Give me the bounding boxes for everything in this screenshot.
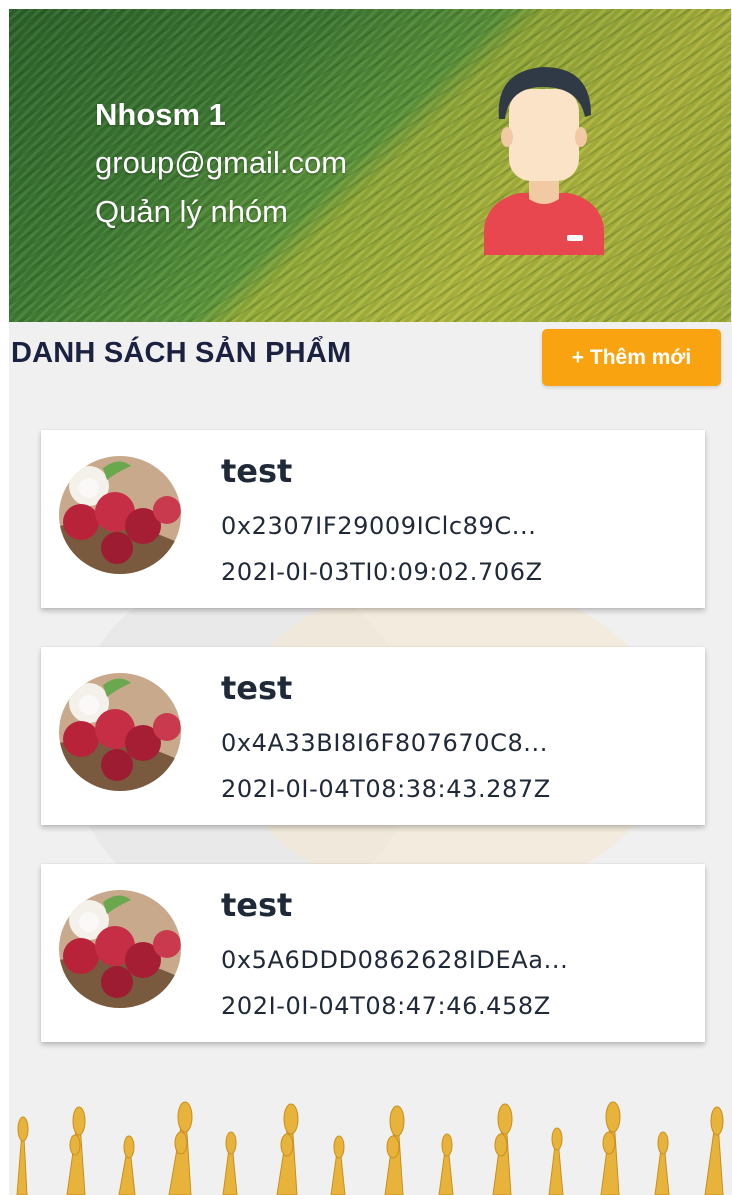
- add-new-button[interactable]: + Thêm mới: [542, 329, 721, 386]
- product-date: 202I-0I-04T08:38:43.287Z: [221, 775, 551, 803]
- product-id: 0x4A33BI8I6F807670C8...: [221, 729, 548, 757]
- top-border: [0, 0, 732, 9]
- product-id: 0x2307IF29009IClc89C...: [221, 512, 537, 540]
- product-date: 202I-0I-03TI0:09:02.706Z: [221, 558, 543, 586]
- product-card[interactable]: test 0x2307IF29009IClc89C... 202I-0I-03T…: [41, 430, 705, 608]
- product-image: [59, 673, 181, 791]
- user-avatar-icon: [484, 67, 604, 255]
- product-card[interactable]: test 0x4A33BI8I6F807670C8... 202I-0I-04T…: [41, 647, 705, 825]
- user-name: Nhosm 1: [95, 97, 226, 132]
- section-title: DANH SÁCH SẢN PHẨM: [11, 337, 352, 369]
- user-email: group@gmail.com: [95, 145, 348, 180]
- app-screen: Nhosm 1 group@gmail.com Quản lý nhóm DAN…: [9, 9, 731, 1195]
- product-date: 202I-0I-04T08:47:46.458Z: [221, 992, 551, 1020]
- user-role: Quản lý nhóm: [95, 194, 288, 229]
- product-title: test: [221, 669, 293, 707]
- left-border: [0, 0, 9, 1195]
- product-title: test: [221, 886, 293, 924]
- product-card[interactable]: test 0x5A6DDD0862628IDEAa... 202I-0I-04T…: [41, 864, 705, 1042]
- product-image: [59, 890, 181, 1008]
- profile-header: Nhosm 1 group@gmail.com Quản lý nhóm: [9, 9, 731, 322]
- product-image: [59, 456, 181, 574]
- product-title: test: [221, 452, 293, 490]
- product-id: 0x5A6DDD0862628IDEAa...: [221, 946, 569, 974]
- wheat-decoration: [16, 1101, 724, 1195]
